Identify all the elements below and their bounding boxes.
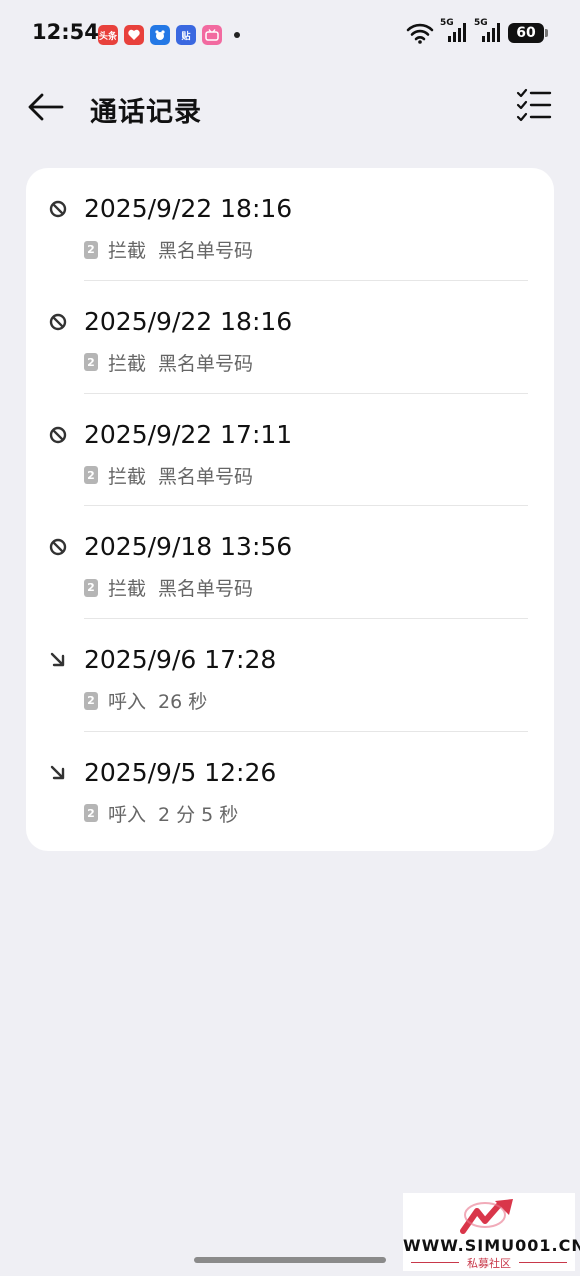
watermark: WWW.SIMU001.CN 私募社区 — [403, 1193, 580, 1271]
call-status: 拦截 — [108, 465, 147, 488]
bilibili-icon — [202, 25, 222, 45]
status-time: 12:54 — [32, 20, 99, 44]
incoming-arrow-icon — [50, 652, 65, 667]
battery-indicator: 60 — [508, 23, 548, 43]
call-details: 2 呼入 26 秒 — [84, 687, 207, 714]
back-button[interactable] — [24, 88, 66, 126]
call-detail: 黑名单号码 — [158, 240, 254, 262]
wifi-icon — [406, 23, 434, 44]
call-datetime: 2025/9/22 17:11 — [84, 419, 293, 449]
call-datetime: 2025/9/5 12:26 — [84, 757, 277, 787]
notification-icons: 头条 贴 — [98, 25, 240, 45]
more-notifications-dot — [234, 32, 240, 38]
sim-card-icon: 2 — [84, 578, 98, 597]
call-log-item[interactable]: 2025/9/18 13:56 2 拦截 黑名单号码 — [26, 506, 554, 620]
call-datetime: 2025/9/22 18:16 — [84, 306, 293, 336]
heart-app-icon — [124, 25, 144, 45]
call-log-card: 2025/9/22 18:16 2 拦截 黑名单号码 2025/9/22 18:… — [26, 168, 554, 851]
call-log-item[interactable]: 2025/9/22 18:16 2 拦截 黑名单号码 — [26, 281, 554, 394]
sim-card-icon: 2 — [84, 804, 98, 823]
watermark-logo-icon — [460, 1199, 513, 1234]
status-indicators: 5G 5G 60 — [406, 18, 548, 44]
call-detail: 黑名单号码 — [158, 352, 254, 375]
arrow-left-icon — [28, 93, 64, 121]
call-log-item[interactable]: 2025/9/6 17:28 2 呼入 26 秒 — [26, 619, 554, 732]
call-datetime: 2025/9/18 13:56 — [84, 532, 293, 562]
checklist-icon — [516, 88, 552, 122]
call-datetime: 2025/9/22 18:16 — [84, 194, 293, 223]
sim-card-icon: 2 — [84, 691, 98, 710]
tieba-icon: 贴 — [176, 25, 196, 45]
block-icon — [49, 200, 67, 218]
call-log-item[interactable]: 2025/9/22 17:11 2 拦截 黑名单号码 — [26, 394, 554, 507]
call-detail: 黑名单号码 — [158, 465, 254, 488]
call-duration: 2 分 5 秒 — [158, 803, 239, 826]
incoming-arrow-icon — [50, 765, 65, 780]
call-log-item[interactable]: 2025/9/5 12:26 2 呼入 2 分 5 秒 — [26, 732, 554, 845]
call-log-item[interactable]: 2025/9/22 18:16 2 拦截 黑名单号码 — [26, 168, 554, 281]
home-indicator[interactable] — [194, 1257, 386, 1263]
call-details: 2 拦截 黑名单号码 — [84, 462, 253, 489]
page-title: 通话记录 — [90, 97, 202, 128]
call-detail: 黑名单号码 — [158, 578, 254, 601]
block-icon — [49, 426, 67, 443]
toutiao-icon: 头条 — [98, 25, 118, 45]
watermark-caption: 私募社区 — [467, 1257, 511, 1270]
baidu-bear-icon — [150, 25, 170, 45]
network-type-1: 5G — [440, 18, 454, 28]
cellular-signal-1: 5G — [440, 18, 468, 44]
call-status: 拦截 — [108, 240, 147, 262]
block-icon — [49, 313, 67, 330]
block-icon — [49, 539, 67, 556]
sim-card-icon: 2 — [84, 466, 98, 485]
call-details: 2 呼入 2 分 5 秒 — [84, 800, 238, 827]
app-header: 通话记录 — [0, 70, 580, 150]
call-details: 2 拦截 黑名单号码 — [84, 349, 253, 376]
status-bar: 12:54 头条 贴 5G 5G 60 — [0, 0, 580, 70]
sim-card-icon: 2 — [84, 353, 98, 372]
cellular-signal-2: 5G — [474, 18, 502, 44]
multi-select-button[interactable] — [516, 88, 552, 124]
call-status: 拦截 — [108, 578, 147, 601]
watermark-rule-right — [519, 1262, 567, 1263]
call-duration: 26 秒 — [158, 691, 208, 714]
sim-card-icon: 2 — [84, 240, 98, 259]
watermark-site: WWW.SIMU001.CN — [403, 1236, 580, 1255]
call-status: 拦截 — [108, 352, 147, 375]
call-details: 2 拦截 黑名单号码 — [84, 574, 253, 601]
call-datetime: 2025/9/6 17:28 — [84, 645, 277, 675]
call-status: 呼入 — [108, 803, 147, 826]
network-type-2: 5G — [474, 18, 488, 28]
call-status: 呼入 — [108, 691, 147, 714]
call-details: 2 拦截 黑名单号码 — [84, 236, 253, 263]
